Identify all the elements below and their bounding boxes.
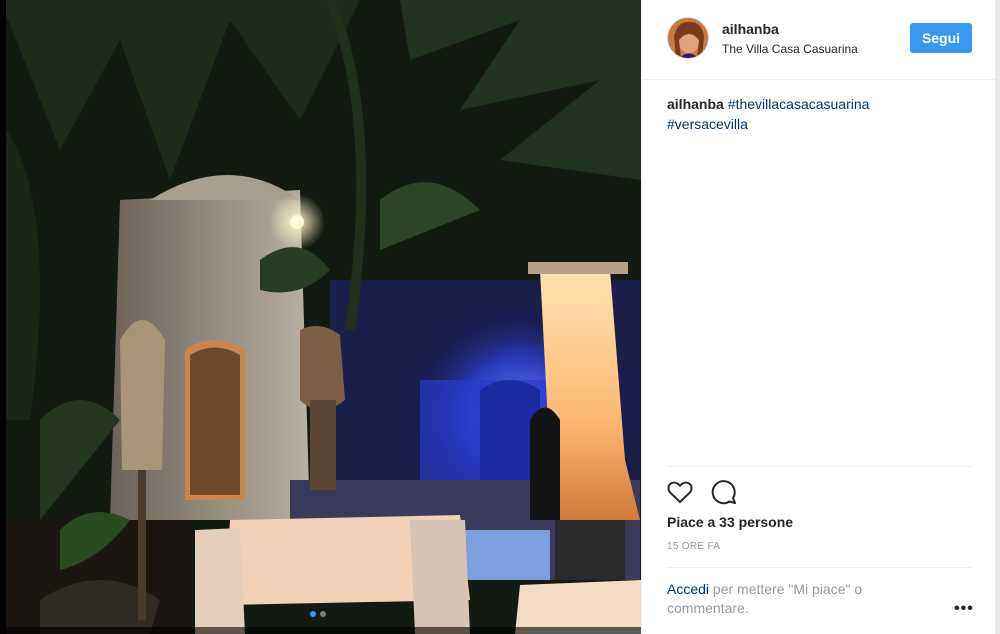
night-courtyard-photo <box>0 0 641 634</box>
comment-bubble-icon <box>711 480 736 505</box>
post-side-panel: ailhanba The Villa Casa Casuarina Segui … <box>641 0 996 634</box>
likes-count[interactable]: Piace a 33 persone <box>667 514 793 530</box>
divider <box>667 567 972 568</box>
caption-username-link[interactable]: ailhanba <box>667 96 724 112</box>
post-caption: ailhanba #thevillacasacasuarina #versacevi… <box>667 94 967 134</box>
login-link[interactable]: Accedi <box>667 581 709 597</box>
post-timestamp[interactable]: 15 ORE FA <box>667 541 720 552</box>
username-link[interactable]: ailhanba <box>722 21 779 37</box>
divider <box>667 466 972 467</box>
follow-button[interactable]: Segui <box>910 23 972 53</box>
more-options-button[interactable]: ••• <box>954 600 974 618</box>
heart-icon <box>667 481 693 503</box>
like-button[interactable] <box>666 478 694 506</box>
carousel-dot <box>310 611 316 617</box>
post-actions <box>666 478 738 506</box>
carousel-indicator <box>310 611 326 617</box>
post-header: ailhanba The Villa Casa Casuarina Segui <box>642 0 996 80</box>
avatar-image <box>668 18 708 58</box>
post-photo[interactable] <box>0 0 641 634</box>
carousel-dot <box>320 611 326 617</box>
location-link[interactable]: The Villa Casa Casuarina <box>722 42 858 56</box>
hashtag-link[interactable]: #versacevilla <box>667 116 748 132</box>
login-prompt: Accedi per mettere "Mi piace" o commenta… <box>667 580 917 618</box>
hashtag-link[interactable]: #thevillacasacasuarina <box>728 96 870 112</box>
comment-button[interactable] <box>710 478 738 506</box>
avatar[interactable] <box>667 17 709 59</box>
page-scrollbar[interactable] <box>995 0 1000 634</box>
